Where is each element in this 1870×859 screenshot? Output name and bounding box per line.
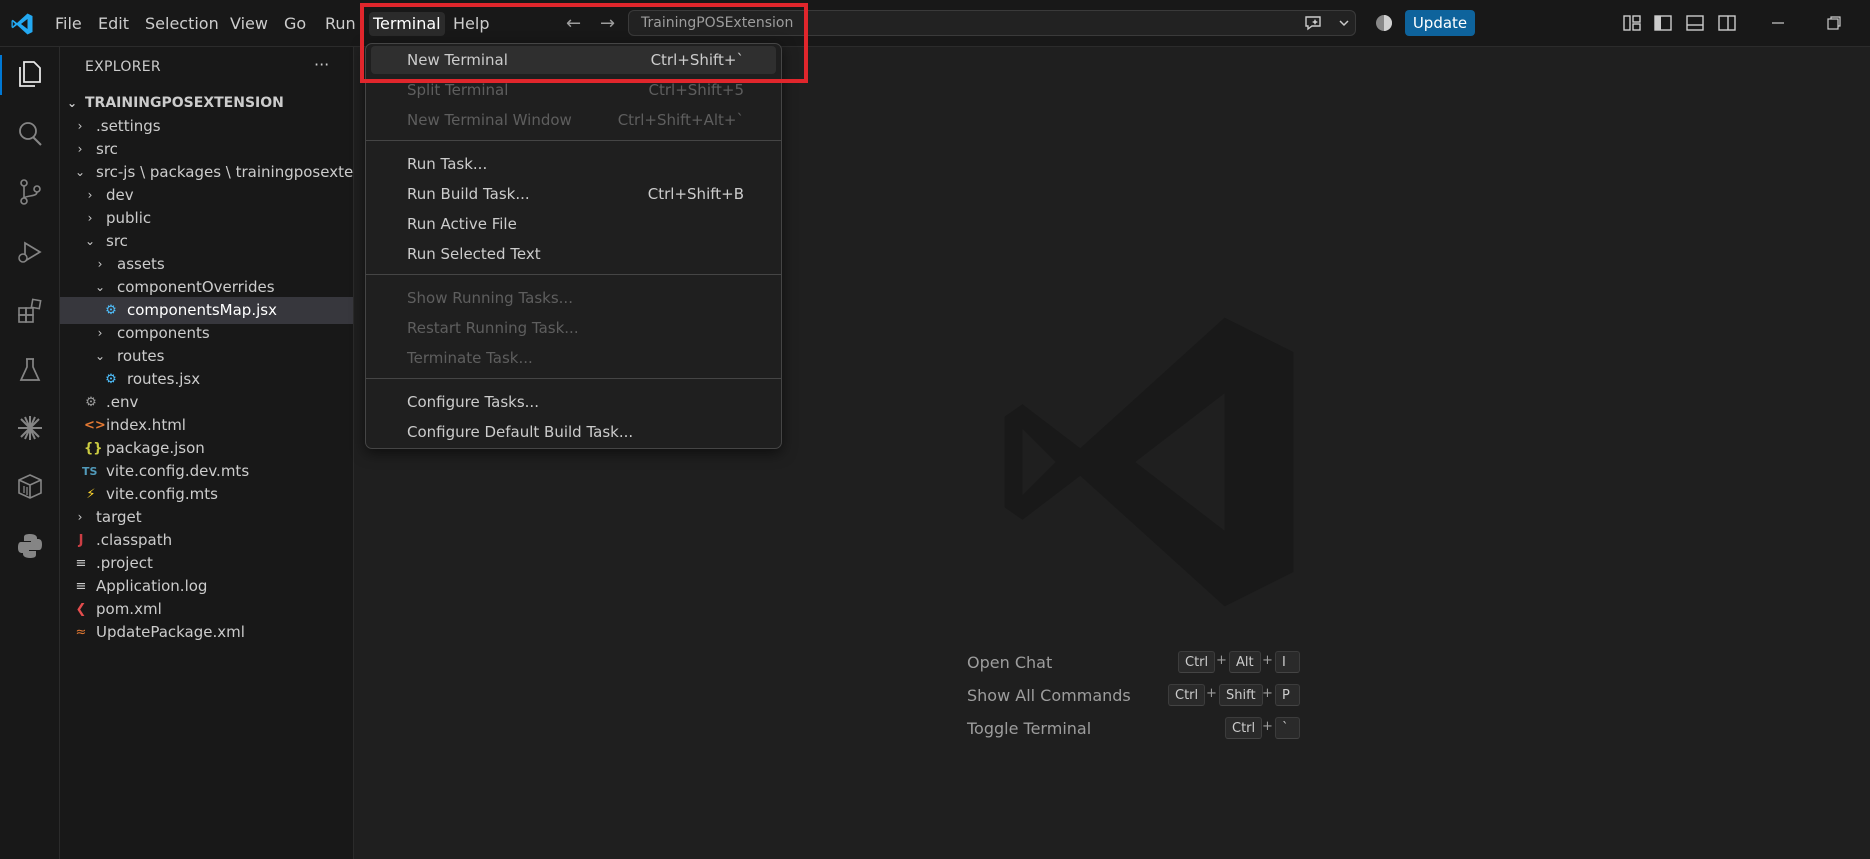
menu-separator [366,274,781,275]
plus-sign: + [1262,653,1273,668]
menu-run[interactable]: Run [321,12,360,36]
command-center-label: TrainingPOSExtension [641,15,794,31]
menu-item-run-build-task[interactable]: Run Build Task... Ctrl+Shift+B [371,180,776,208]
customize-layout-icon[interactable] [1622,13,1642,33]
menu-item-new-terminal-window: New Terminal Window Ctrl+Shift+Alt+` [371,106,776,134]
shortcut-label: Open Chat [967,653,1053,672]
shortcut-label: Show All Commands [967,686,1131,705]
forward-arrow-icon[interactable]: → [600,13,615,34]
menu-item-label: Run Build Task... [407,185,530,203]
key-cap: I [1275,651,1300,673]
plus-sign: + [1262,686,1273,701]
extensions-icon[interactable] [15,297,45,327]
menu-item-run-selected-text[interactable]: Run Selected Text [371,240,776,268]
command-center-search[interactable]: TrainingPOSExtension [628,10,1356,36]
menu-item-configure-tasks[interactable]: Configure Tasks... [371,388,776,416]
tree-label: UpdatePackage.xml [96,623,245,641]
key-cap: P [1275,684,1300,706]
back-arrow-icon[interactable]: ← [566,13,581,34]
chat-icon[interactable] [1303,13,1323,33]
explorer-sidebar: EXPLORER ··· ⌄ TRAININGPOSEXTENSION › .s… [60,47,354,859]
plus-sign: + [1206,686,1217,701]
menu-separator [366,378,781,379]
menu-item-label: Split Terminal [407,81,509,99]
activity-bar [0,47,60,859]
search-icon[interactable] [15,119,45,149]
more-actions-icon[interactable]: ··· [314,55,329,74]
menu-edit[interactable]: Edit [94,12,133,36]
menu-item-new-terminal[interactable]: New Terminal Ctrl+Shift+` [371,46,776,74]
menu-item-label: Run Active File [407,215,517,233]
title-bar: File Edit Selection View Go Run Terminal… [0,0,1870,47]
menu-item-show-running-tasks: Show Running Tasks... [371,284,776,312]
menu-item-label: Terminate Task... [407,349,533,367]
testing-icon[interactable] [15,355,45,385]
key-cap: Ctrl [1168,684,1206,706]
menu-file[interactable]: File [51,12,86,36]
menu-item-label: New Terminal Window [407,111,572,129]
menu-item-restart-running-task: Restart Running Task... [371,314,776,342]
restore-icon[interactable] [1824,13,1844,33]
menu-item-shortcut: Ctrl+Shift+5 [648,81,744,99]
key-cap: ` [1275,717,1300,739]
menu-item-label: Configure Tasks... [407,393,539,411]
menu-item-label: Restart Running Task... [407,319,579,337]
terminal-menu-dropdown: New Terminal Ctrl+Shift+` Split Terminal… [365,43,782,449]
toggle-primary-sidebar-icon[interactable] [1653,13,1673,33]
vscode-watermark-logo-icon [1004,317,1294,607]
plus-sign: + [1262,719,1273,734]
menu-item-label: Run Task... [407,155,488,173]
update-button[interactable]: Update [1405,10,1475,36]
explorer-icon[interactable] [15,59,45,89]
menu-item-run-active-file[interactable]: Run Active File [371,210,776,238]
copilot-sparkle-icon[interactable] [15,413,45,443]
menu-item-shortcut: Ctrl+Shift+Alt+` [617,111,744,129]
remote-explorer-icon[interactable] [15,471,45,501]
active-indicator [0,55,2,95]
menu-item-run-task[interactable]: Run Task... [371,150,776,178]
menu-selection[interactable]: Selection [141,12,223,36]
menu-item-terminate-task: Terminate Task... [371,344,776,372]
sidebar-title: EXPLORER [85,59,161,75]
menu-item-label: Configure Default Build Task... [407,423,634,441]
menu-item-configure-default-build-task[interactable]: Configure Default Build Task... [371,418,776,446]
menu-go[interactable]: Go [280,12,310,36]
menu-view[interactable]: View [226,12,272,36]
menu-item-split-terminal: Split Terminal Ctrl+Shift+5 [371,76,776,104]
accounts-icon[interactable] [1374,13,1394,33]
menu-separator [366,140,781,141]
chevron-down-icon[interactable] [1334,13,1354,33]
key-cap: Shift [1219,684,1263,706]
tree-file[interactable]: ≈ UpdatePackage.xml [60,619,353,646]
plus-sign: + [1216,653,1227,668]
minimize-icon[interactable] [1768,13,1788,33]
key-cap: Ctrl [1178,651,1216,673]
rss-icon: ≈ [75,625,87,640]
source-control-icon[interactable] [15,177,45,207]
shortcut-show-all-commands: Show All Commands [967,684,1131,708]
toggle-secondary-sidebar-icon[interactable] [1717,13,1737,33]
menu-help[interactable]: Help [449,12,493,36]
key-cap: Alt [1229,651,1261,673]
menu-item-label: Run Selected Text [407,245,541,263]
python-icon[interactable] [15,531,45,561]
shortcut-label: Toggle Terminal [967,719,1092,738]
menu-item-shortcut: Ctrl+Shift+` [650,51,744,69]
toggle-panel-icon[interactable] [1685,13,1705,33]
menu-item-shortcut: Ctrl+Shift+B [647,185,744,203]
menu-item-label: New Terminal [407,51,508,69]
menu-terminal[interactable]: Terminal [369,12,445,36]
vscode-logo-icon [11,13,33,35]
menu-item-label: Show Running Tasks... [407,289,573,307]
run-debug-icon[interactable] [15,237,45,267]
shortcut-toggle-terminal: Toggle Terminal [967,717,1091,741]
key-cap: Ctrl [1225,717,1263,739]
shortcut-open-chat: Open Chat [967,651,1052,675]
